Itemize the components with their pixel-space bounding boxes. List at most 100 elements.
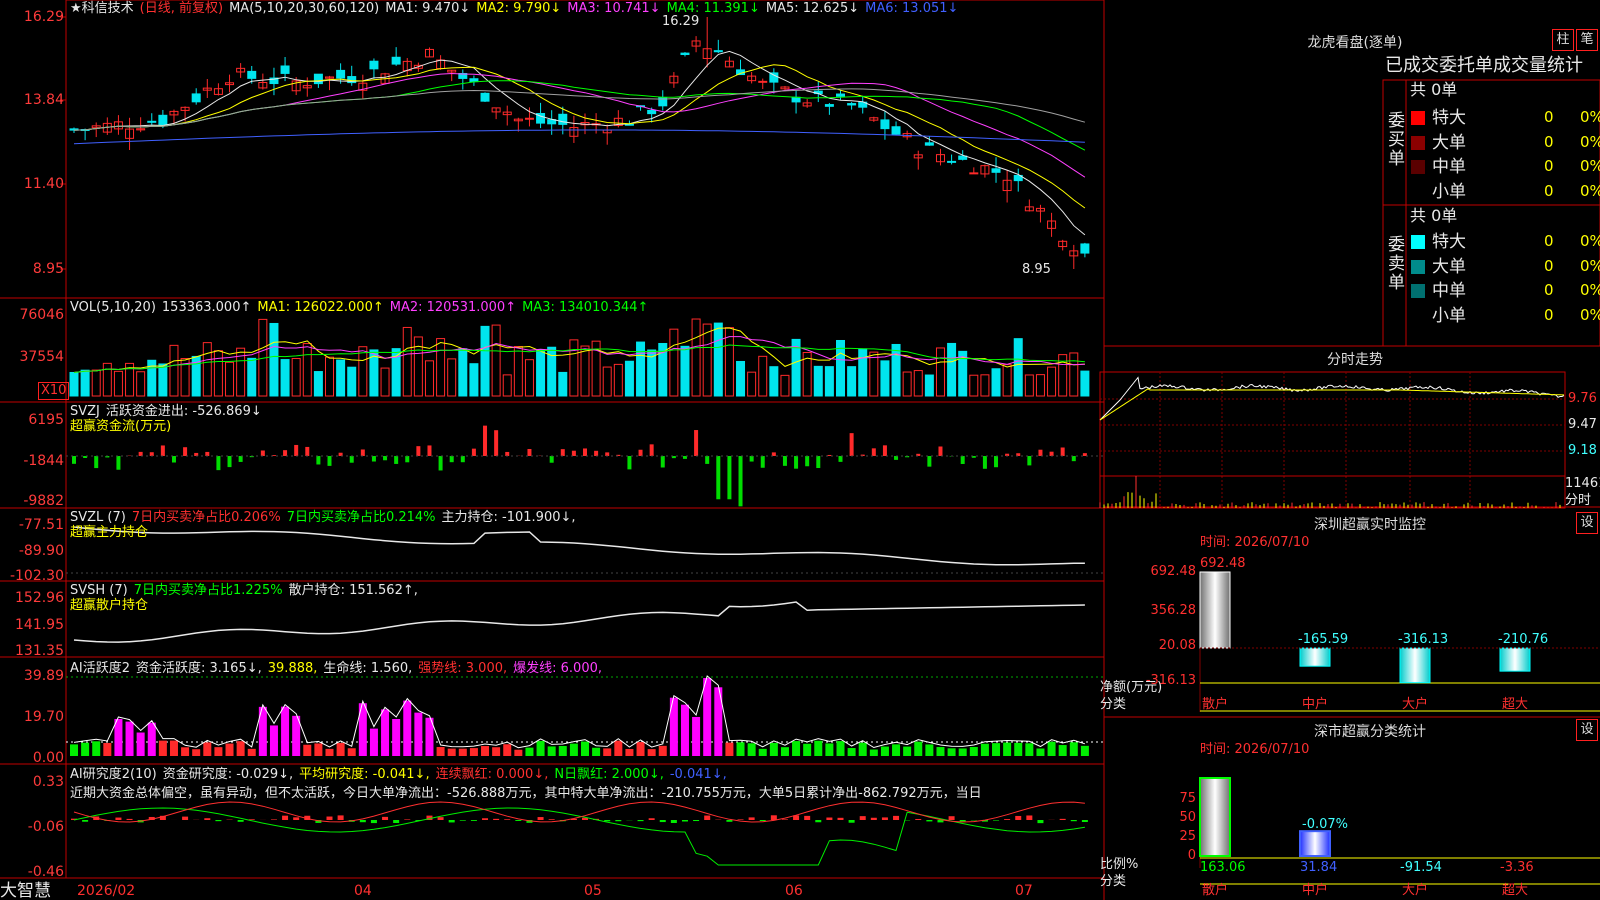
ai2-c: 连续飘红: 0.000↓, xyxy=(435,767,549,782)
volume-bar xyxy=(713,322,723,397)
classify-ytick: 50 xyxy=(1179,810,1196,825)
monitor-category-label: 大户 xyxy=(1402,697,1429,712)
activity-bar xyxy=(181,747,190,756)
capital-flow-bar xyxy=(738,456,743,507)
capital-flow-bar xyxy=(427,445,432,456)
intraday-vol-label: 11461 xyxy=(1565,476,1600,491)
capital-flow-bar xyxy=(183,447,188,456)
order-percent: 0% xyxy=(1580,232,1600,250)
svzl-header: SVZL (7) 7日内买卖净占比0.206% 7日内买卖净占比0.214% 主力持仓… xyxy=(70,510,582,526)
svzl-sub: 超赢主力持仓 xyxy=(70,525,149,540)
volume-bar xyxy=(91,369,101,397)
order-count: 0 xyxy=(1544,157,1554,176)
research-bar xyxy=(1070,820,1077,822)
monitor-category-label: 中户 xyxy=(1302,697,1329,712)
volume-bar xyxy=(480,325,490,397)
research-bar xyxy=(537,817,544,820)
capital-flow-bar xyxy=(816,456,821,469)
research-bar xyxy=(770,815,777,820)
volume-bar xyxy=(280,359,290,397)
classify-settings-button[interactable]: 设 xyxy=(1576,719,1598,741)
activity-bar xyxy=(758,748,767,756)
activity-bar xyxy=(825,743,834,756)
activity-bar xyxy=(1036,748,1045,756)
activity-bar xyxy=(581,741,589,756)
activity-bar xyxy=(903,746,912,756)
activity-bar xyxy=(247,748,256,756)
ma3-line xyxy=(73,72,1086,178)
capital-flow-bar xyxy=(494,430,499,456)
activity-bar xyxy=(70,744,78,756)
volume-bar xyxy=(824,366,834,397)
capital-flow-bar xyxy=(705,456,710,464)
candle-body xyxy=(924,142,934,146)
volume-bar xyxy=(1069,352,1079,397)
svzl-title: SVZL (7) xyxy=(70,510,126,525)
research-bar xyxy=(1004,819,1011,820)
capital-flow-bar xyxy=(838,456,843,462)
capital-flow-bar xyxy=(327,456,332,466)
volume-bar xyxy=(436,338,446,397)
volume-bar xyxy=(158,363,168,397)
research-bar xyxy=(282,815,289,820)
activity-bar xyxy=(647,749,656,756)
dragon-row: 中单 0 0% xyxy=(1408,156,1600,178)
activity-bar xyxy=(403,700,412,756)
activity-bar xyxy=(569,743,578,756)
volume-bar xyxy=(502,374,512,397)
volume-bar xyxy=(213,350,223,397)
volume-bar xyxy=(1013,338,1023,397)
svzj-ytick: 6195 xyxy=(28,412,64,428)
dragon-row: 特大 0 0% xyxy=(1408,107,1600,129)
order-count: 0 xyxy=(1544,232,1554,250)
ai1-d: 强势线: 3.000, xyxy=(418,661,508,676)
chart-canvas[interactable] xyxy=(0,0,1600,900)
svsh-ytick: 131.35 xyxy=(15,643,64,659)
volume-bar xyxy=(602,366,612,397)
research-bar xyxy=(893,815,900,820)
vol-ma2: MA2: 120531.000↑ xyxy=(389,300,517,315)
activity-bar xyxy=(269,725,278,756)
ma3-label: MA3: 10.741↓ xyxy=(567,1,661,16)
candle-body xyxy=(824,104,834,107)
activity-bar xyxy=(769,742,778,756)
activity-bar xyxy=(369,728,378,756)
activity-bar xyxy=(336,742,345,756)
monitor-value-label: -165.59 xyxy=(1298,632,1349,647)
xaxis-label: 06 xyxy=(785,883,803,899)
capital-flow-bar xyxy=(794,456,799,469)
order-count: 0 xyxy=(1544,132,1554,151)
volume-bar xyxy=(558,371,568,397)
pen-mode-button[interactable]: 笔 xyxy=(1576,29,1598,51)
research-bar xyxy=(915,819,922,820)
capital-flow-bar xyxy=(216,456,221,471)
activity-bar xyxy=(914,741,923,756)
research-bar xyxy=(1081,820,1088,823)
research-bar xyxy=(693,820,700,822)
activity-bar xyxy=(225,743,234,756)
activity-bar xyxy=(381,709,390,756)
ai2-e: -0.041↓, xyxy=(669,767,727,782)
candle-body xyxy=(558,113,568,125)
activity-bar xyxy=(136,732,145,756)
monitor-settings-button[interactable]: 设 xyxy=(1576,512,1598,534)
activity-bar xyxy=(469,748,478,756)
research-bar xyxy=(326,816,333,820)
activity-bar xyxy=(81,742,90,756)
research-bar xyxy=(515,820,522,821)
bar-mode-button[interactable]: 柱 xyxy=(1552,29,1574,51)
activity-bar xyxy=(947,748,956,756)
volume-bar xyxy=(247,357,257,397)
buy-total: 共 0单 xyxy=(1410,80,1458,99)
capital-flow-bar xyxy=(760,456,765,468)
capital-flow-bar xyxy=(694,430,699,456)
ai2-title: AI研究度2(10) xyxy=(70,767,157,782)
capital-flow-bar xyxy=(505,451,510,456)
capital-flow-bar xyxy=(960,456,965,464)
vol-ytick: 76046 xyxy=(19,307,64,323)
candle-body xyxy=(647,109,657,115)
order-size-name: 大单 xyxy=(1432,132,1466,153)
research-bar xyxy=(237,820,244,822)
volume-bar xyxy=(513,345,523,397)
svzj-header: SVZJ 活跃资金进出: -526.869↓ xyxy=(70,404,268,420)
